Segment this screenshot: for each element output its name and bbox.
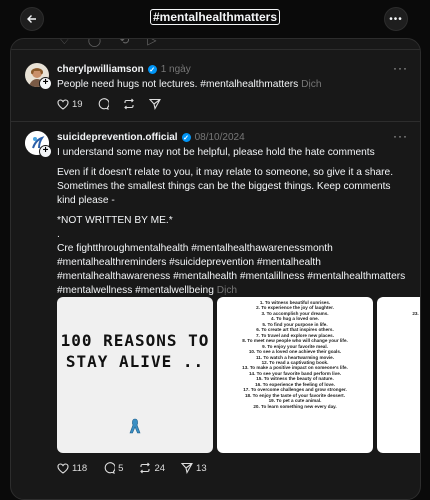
- post-repost-button[interactable]: 24: [139, 462, 165, 474]
- share-icon: [181, 462, 193, 474]
- post-paragraph: I understand some may not be helpful, pl…: [57, 147, 375, 158]
- top-bar: #mentalhealthmatters •••: [0, 0, 430, 36]
- thread-panel: ♡ ◯ ⟲ ▷ + cherylpwilliamson ✓ 1 ngày ···…: [10, 38, 421, 500]
- reply-like-button[interactable]: 19: [57, 99, 83, 110]
- divider: [11, 49, 420, 50]
- reply-share-button[interactable]: [148, 98, 161, 110]
- repost-icon: ⟲: [119, 38, 130, 47]
- post-paragraph: .: [57, 229, 60, 240]
- repost-icon: [123, 98, 134, 110]
- post-share-count: 13: [196, 462, 207, 474]
- repost-icon: [140, 462, 151, 474]
- image-cover-text: 100 REASONS TO STAY ALIVE ..: [60, 331, 210, 371]
- reason-item: 40. To: [379, 404, 420, 409]
- post-share-button[interactable]: 13: [181, 462, 207, 474]
- reply-username[interactable]: cherylpwilliamson: [57, 64, 144, 75]
- page-title: #mentalhealthmatters: [149, 9, 281, 25]
- post-body: I understand some may not be helpful, pl…: [57, 146, 407, 298]
- post-image-reasons-list-partial[interactable]: 21.22. T23. To see t24. To e25. To26. To…: [377, 297, 420, 453]
- reply-repost-button[interactable]: [123, 98, 135, 110]
- post-more-button[interactable]: ···: [393, 129, 408, 143]
- heart-icon: [57, 462, 69, 474]
- post-like-count: 118: [72, 462, 88, 474]
- verified-badge-icon: ✓: [181, 133, 191, 142]
- heart-icon: ♡: [59, 38, 70, 47]
- more-options-button[interactable]: •••: [384, 7, 408, 31]
- reply-time: 1 ngày: [160, 64, 191, 75]
- share-icon: [148, 98, 161, 110]
- post-paragraph: *NOT WRITTEN BY ME.*: [57, 215, 173, 226]
- post-image-reasons-list[interactable]: 1. To witness beautiful sunrises. 2. To e…: [217, 297, 373, 453]
- post-like-button[interactable]: 118: [57, 463, 87, 474]
- reply-like-count: 19: [72, 98, 83, 110]
- reply-comment-button[interactable]: [97, 98, 109, 110]
- awareness-ribbon-icon: [129, 418, 141, 434]
- post-actions: 118 5 24 13: [57, 462, 207, 474]
- follow-plus-icon[interactable]: +: [39, 77, 52, 90]
- post-paragraph: Even if it doesn't relate to you, it may…: [57, 167, 394, 206]
- verified-badge-icon: ✓: [147, 65, 157, 74]
- reply-more-button[interactable]: ···: [393, 61, 408, 75]
- post-image-reasons-cover[interactable]: 100 REASONS TO STAY ALIVE ..: [57, 297, 213, 453]
- post-username[interactable]: suicideprevention.official: [57, 132, 178, 143]
- post-repost-count: 24: [154, 462, 166, 474]
- divider: [11, 121, 420, 122]
- reply-translate-link[interactable]: Dịch: [301, 79, 321, 90]
- reason-item: 8. To meet new people who will change yo…: [242, 338, 348, 344]
- reply-actions: 19: [57, 98, 161, 110]
- reason-item: 20. To learn something new every day.: [253, 403, 337, 409]
- post-comment-button[interactable]: 5: [103, 462, 123, 474]
- follow-plus-icon[interactable]: +: [39, 145, 52, 158]
- reasons-list: 1. To witness beautiful sunrises. 2. To e…: [221, 300, 369, 409]
- reasons-list-partial: 21.22. T23. To see t24. To e25. To26. To…: [379, 300, 420, 409]
- post-time: 08/10/2024: [194, 132, 245, 143]
- heart-icon: [57, 98, 69, 110]
- comment-icon: [104, 462, 116, 474]
- previous-post-actions: ♡ ◯ ⟲ ▷: [59, 38, 157, 47]
- post-comment-count: 5: [118, 462, 124, 474]
- share-icon: ▷: [147, 38, 157, 47]
- reply-text: People need hugs not lectures. #mentalhe…: [57, 79, 299, 90]
- post-translate-link[interactable]: Dịch: [217, 285, 237, 296]
- comment-icon: [98, 98, 109, 110]
- more-icon: •••: [389, 13, 403, 25]
- comment-icon: ◯: [87, 38, 102, 47]
